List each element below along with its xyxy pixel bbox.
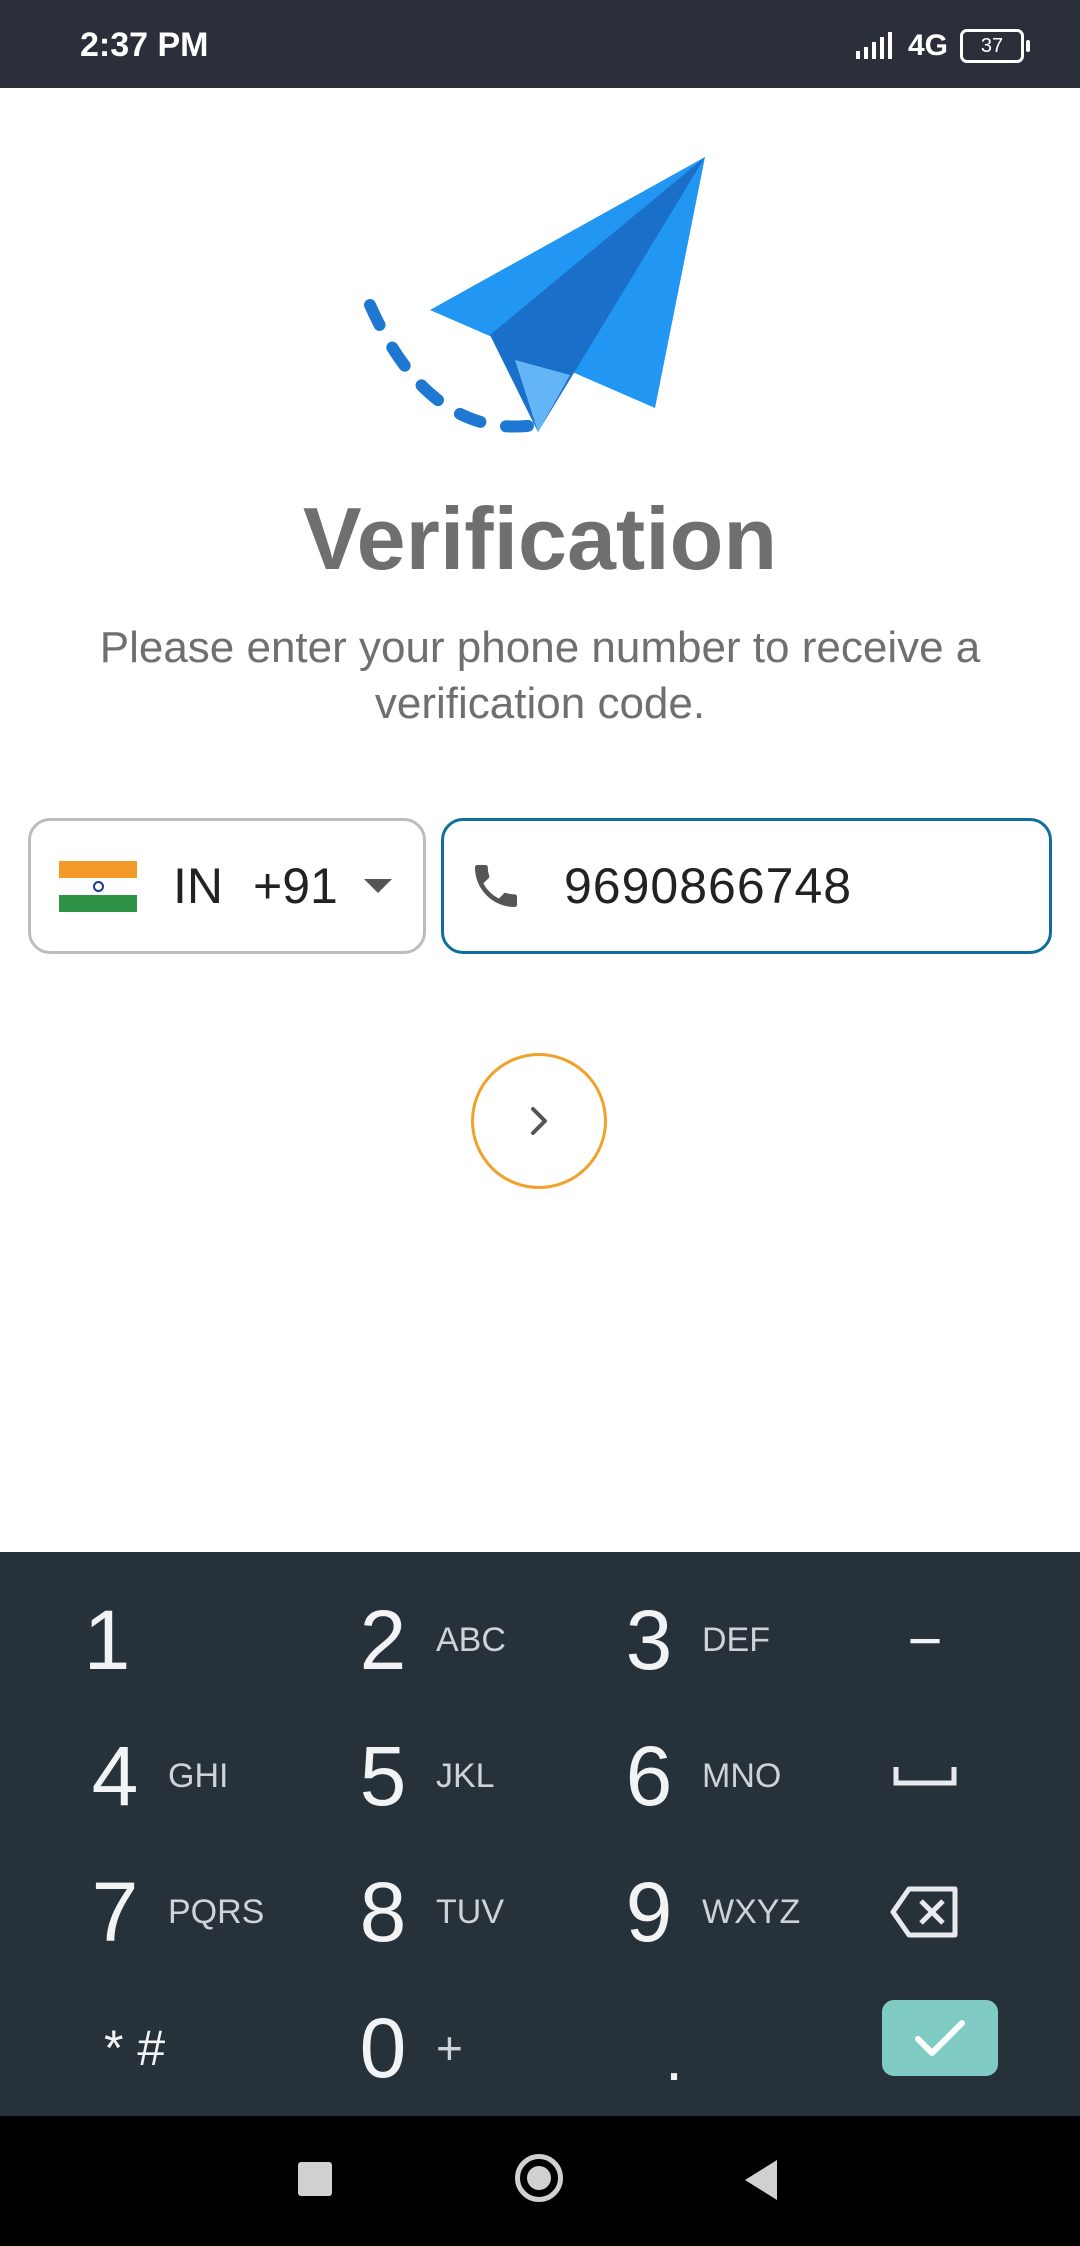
key-backspace[interactable] [810, 1844, 1040, 1980]
key-letters: WXYZ [702, 1892, 801, 1931]
key-letters: GHI [168, 1756, 229, 1795]
paper-plane-icon [364, 157, 705, 433]
signal-icon [855, 32, 892, 59]
phone-icon [475, 865, 517, 907]
back-triangle-icon[interactable] [745, 2160, 777, 2200]
key-digit: 9 [625, 1864, 673, 1959]
system-nav-bar [0, 2116, 1080, 2246]
check-icon [915, 2020, 965, 2056]
key-letters: ABC [436, 1620, 506, 1659]
dropdown-caret-icon [363, 879, 392, 893]
home-circle-icon[interactable] [515, 2154, 563, 2202]
key-digit: 4 [91, 1728, 139, 1823]
network-4g-icon: 4G [907, 29, 948, 62]
key-4[interactable]: 4 GHI [80, 1708, 350, 1844]
country-code: IN [173, 858, 223, 914]
key-letters: MNO [702, 1756, 782, 1795]
battery-level: 37 [980, 34, 1004, 57]
key-letters: DEF [702, 1620, 770, 1659]
key-space[interactable] [810, 1708, 1040, 1844]
phone-number-input[interactable]: 9690866748 [441, 818, 1052, 954]
key-digit: 2 [359, 1592, 407, 1687]
key-letters: TUV [436, 1892, 504, 1931]
battery-icon: 37 [960, 29, 1030, 63]
status-bar: 2:37 PM 4G 37 [0, 0, 1080, 88]
next-button[interactable] [471, 1053, 607, 1189]
key-letters: + [436, 2022, 463, 2074]
backspace-icon [890, 1886, 958, 1938]
key-digit: 8 [359, 1864, 407, 1959]
numeric-keypad: 1 2 ABC 3 DEF − 4 GHI 5 JKL 6 MNO 7 PQRS… [0, 1552, 1080, 2116]
india-flag-icon [59, 860, 137, 912]
key-letters: PQRS [168, 1892, 265, 1931]
key-1[interactable]: 1 [72, 1572, 342, 1708]
done-button[interactable] [882, 2000, 998, 2076]
minus-glyph: − [907, 1606, 943, 1674]
key-digit: 6 [625, 1728, 673, 1823]
page-title: Verification [302, 489, 778, 588]
key-star-hash[interactable]: * # [80, 1980, 280, 2116]
space-icon [893, 1767, 957, 1786]
key-digit: 0 [359, 2000, 407, 2095]
key-8[interactable]: 8 TUV [348, 1844, 618, 1980]
key-0[interactable]: 0 + [348, 1980, 618, 2116]
chevron-right-icon [531, 1107, 547, 1135]
key-minus[interactable]: − [810, 1572, 1040, 1708]
key-5[interactable]: 5 JKL [348, 1708, 618, 1844]
period-glyph: . [665, 2022, 683, 2094]
key-2[interactable]: 2 ABC [348, 1572, 618, 1708]
status-time: 2:37 PM [80, 26, 209, 64]
phone-number-value: 9690866748 [564, 858, 853, 914]
recents-square-icon[interactable] [298, 2162, 332, 2196]
key-7[interactable]: 7 PQRS [80, 1844, 350, 1980]
star-hash-glyph: * # [104, 2020, 166, 2076]
key-letters: JKL [436, 1756, 495, 1795]
country-code-dropdown[interactable]: IN +91 [28, 818, 426, 954]
key-digit: 1 [83, 1592, 131, 1687]
key-digit: 3 [625, 1592, 673, 1687]
status-icons: 4G 37 [854, 26, 1030, 66]
key-digit: 7 [91, 1864, 139, 1959]
key-period[interactable]: . [614, 1980, 734, 2116]
page-subtitle: Please enter your phone number to receiv… [99, 623, 981, 728]
dial-code: +91 [253, 858, 338, 914]
key-digit: 5 [359, 1728, 407, 1823]
